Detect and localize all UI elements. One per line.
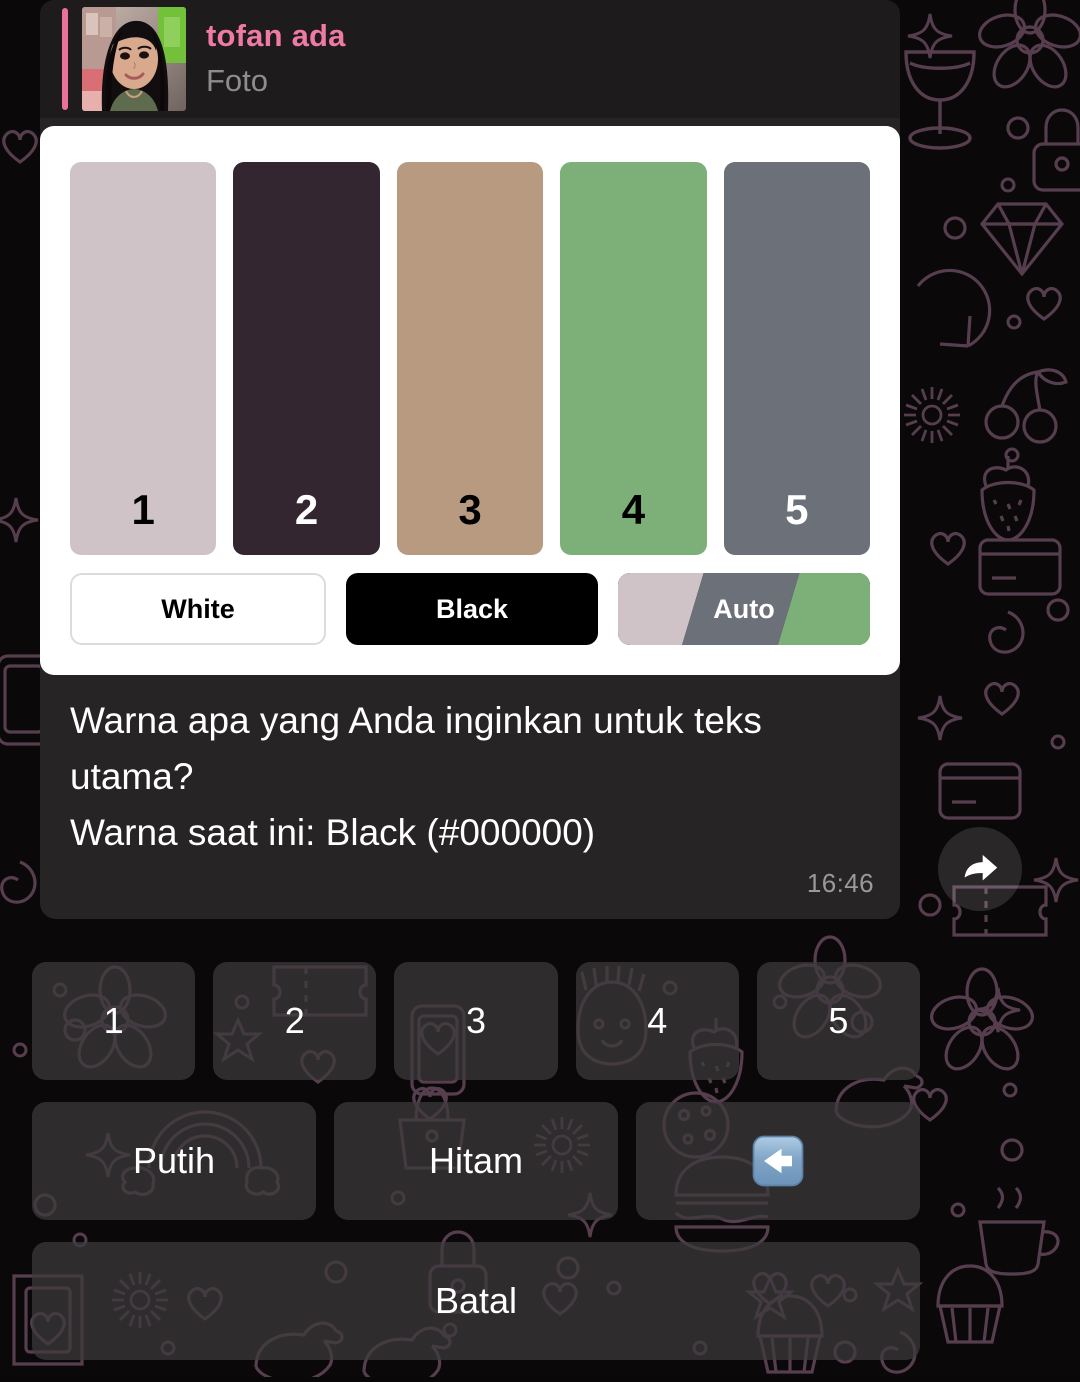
message-bubble: 1 2 3 4 5 White Black Auto Warna apa yan… [40,118,900,919]
mode-label-auto: Auto [713,593,775,624]
keyboard-button-batal[interactable]: Batal [32,1242,920,1360]
color-swatch-3[interactable]: 3 [396,162,544,555]
reply-content-type: Foto [206,63,269,98]
color-swatch-4[interactable]: 4 [560,162,707,555]
color-swatch-5[interactable]: 5 [723,162,871,555]
swatch-number-4: 4 [621,486,646,533]
mode-label-black: Black [435,593,509,624]
color-swatch-row: 1 2 3 4 5 [70,162,871,555]
swatch-number-1: 1 [131,486,155,533]
color-swatch-2[interactable]: 2 [233,162,380,555]
swatch-number-2: 2 [294,486,319,533]
reply-accent-bar [62,8,68,110]
custom-keyboard: 1 2 3 4 5 Putih Hitam Batal [32,962,921,1382]
keyboard-row-cancel: Batal [32,1242,920,1360]
message-text: Warna apa yang Anda inginkan untuk teks … [70,700,762,854]
keyboard-button-3[interactable]: 3 [394,962,558,1080]
keyboard-button-1[interactable]: 1 [32,962,196,1080]
reply-quote-header[interactable]: tofan ada Foto [40,0,900,118]
swatch-number-5: 5 [785,486,809,533]
keyboard-button-putih[interactable]: Putih [32,1102,316,1220]
reply-sender-name: tofan ada [206,18,346,54]
left-arrow-icon [752,1135,804,1187]
keyboard-row-numbers: 1 2 3 4 5 [32,962,921,1080]
keyboard-button-hitam[interactable]: Hitam [334,1102,618,1220]
forward-message-button[interactable] [938,827,1022,911]
mode-label-white: White [161,593,235,624]
keyboard-button-4[interactable]: 4 [575,962,739,1080]
mode-button-white[interactable]: White [70,573,326,645]
keyboard-row-colors: Putih Hitam [32,1102,920,1220]
color-swatch-1[interactable]: 1 [70,162,217,555]
reply-photo-thumbnail [82,7,186,111]
reply-text-block: tofan ada Foto [206,7,346,111]
mode-button-black[interactable]: Black [346,573,598,645]
message-timestamp: 16:46 [806,867,874,898]
keyboard-button-5[interactable]: 5 [756,962,921,1080]
keyboard-button-back[interactable] [636,1102,920,1220]
forward-arrow-icon [964,854,998,881]
swatch-number-3: 3 [458,486,482,533]
mode-button-auto[interactable]: Auto [618,573,870,645]
text-color-mode-row: White Black Auto [70,573,870,645]
color-palette-card: 1 2 3 4 5 White Black Auto [40,126,900,675]
keyboard-button-2[interactable]: 2 [213,962,377,1080]
